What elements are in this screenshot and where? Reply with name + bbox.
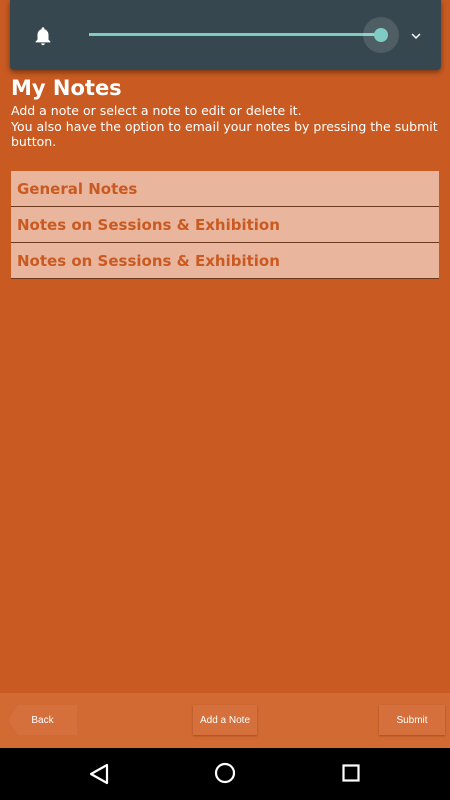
bottom-toolbar: Back Add a Note Submit [0, 693, 450, 748]
description-line-2: You also have the option to email your n… [11, 118, 438, 150]
volume-slider-fill [89, 33, 381, 36]
bell-icon[interactable] [32, 24, 54, 48]
list-item[interactable]: General Notes [11, 171, 439, 207]
back-triangle-icon[interactable] [88, 762, 110, 786]
volume-slider-thumb[interactable] [374, 28, 388, 42]
list-item[interactable]: Notes on Sessions & Exhibition [11, 243, 439, 279]
description-line-1: Add a note or select a note to edit or d… [11, 103, 302, 118]
list-item[interactable]: Notes on Sessions & Exhibition [11, 207, 439, 243]
page-title: My Notes [11, 76, 122, 100]
recents-square-icon[interactable] [342, 764, 360, 782]
add-note-button[interactable]: Add a Note [193, 705, 257, 735]
home-circle-icon[interactable] [214, 762, 236, 784]
volume-slider-track[interactable] [89, 33, 381, 36]
back-button[interactable]: Back [8, 705, 77, 735]
page-description: Add a note or select a note to edit or d… [11, 103, 441, 150]
chevron-down-icon[interactable] [407, 27, 425, 45]
system-nav-bar [0, 748, 450, 800]
notes-list: General Notes Notes on Sessions & Exhibi… [11, 171, 439, 279]
volume-panel [10, 0, 441, 70]
submit-button[interactable]: Submit [379, 705, 445, 735]
